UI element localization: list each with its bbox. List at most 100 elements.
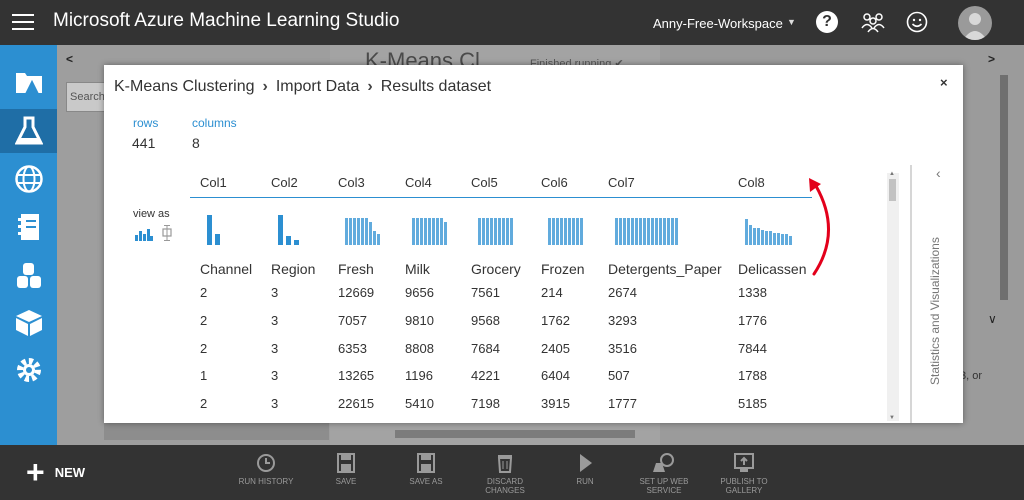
trained-models-icon[interactable]: [0, 301, 57, 345]
web-services-icon[interactable]: [0, 157, 57, 201]
breadcrumb-item[interactable]: K-Means Clustering: [114, 78, 255, 95]
save-button[interactable]: SAVE: [311, 453, 381, 486]
histogram-view-icon[interactable]: [135, 227, 153, 241]
table-cell[interactable]: 3293: [608, 313, 637, 328]
table-cell[interactable]: 6404: [541, 368, 570, 383]
projects-icon[interactable]: [0, 59, 57, 103]
column-histogram[interactable]: [615, 213, 679, 245]
column-header[interactable]: Col2: [271, 175, 298, 190]
publish-to-gallery-button[interactable]: PUBLISH TO GALLERY: [709, 453, 779, 495]
column-histogram[interactable]: [548, 213, 584, 245]
statistics-visualizations-panel[interactable]: ‹ Statistics and Visualizations: [910, 165, 963, 423]
column-name[interactable]: Fresh: [338, 261, 374, 277]
column-header[interactable]: Col1: [200, 175, 227, 190]
table-cell[interactable]: 3: [271, 396, 278, 411]
column-header[interactable]: Col8: [738, 175, 765, 190]
column-name[interactable]: Detergents_Paper: [608, 261, 722, 277]
table-cell[interactable]: 1338: [738, 285, 767, 300]
table-cell[interactable]: 5410: [405, 396, 434, 411]
table-cell[interactable]: 3516: [608, 341, 637, 356]
run-history-button[interactable]: RUN HISTORY: [231, 453, 301, 486]
save-as-button[interactable]: SAVE AS: [391, 453, 461, 486]
table-cell[interactable]: 1776: [738, 313, 767, 328]
table-cell[interactable]: 7198: [471, 396, 500, 411]
canvas-horizontal-scrollbar[interactable]: [395, 430, 635, 438]
column-histogram[interactable]: [745, 213, 793, 245]
hamburger-menu-icon[interactable]: [12, 14, 34, 30]
table-cell[interactable]: 7844: [738, 341, 767, 356]
boxplot-view-icon[interactable]: [162, 225, 172, 241]
experiments-icon[interactable]: [0, 109, 57, 153]
table-cell[interactable]: 22615: [338, 396, 374, 411]
chevron-down-icon[interactable]: ∨: [988, 312, 997, 326]
table-cell[interactable]: 5185: [738, 396, 767, 411]
set-up-web-service-button[interactable]: SET UP WEB SERVICE: [629, 453, 699, 495]
column-histogram[interactable]: [207, 213, 223, 245]
table-cell[interactable]: 2405: [541, 341, 570, 356]
collapse-left-icon[interactable]: <: [66, 52, 73, 66]
breadcrumb-item[interactable]: Import Data: [276, 78, 360, 95]
table-cell[interactable]: 2: [200, 313, 207, 328]
table-cell[interactable]: 7561: [471, 285, 500, 300]
table-cell[interactable]: 9810: [405, 313, 434, 328]
chevron-down-icon[interactable]: ▼: [787, 17, 796, 27]
table-cell[interactable]: 2: [200, 396, 207, 411]
search-input[interactable]: Search: [66, 82, 106, 112]
table-cell[interactable]: 6353: [338, 341, 367, 356]
close-icon[interactable]: ×: [940, 75, 948, 90]
column-header[interactable]: Col6: [541, 175, 568, 190]
column-histogram[interactable]: [278, 213, 302, 245]
scrollbar-thumb[interactable]: [889, 179, 896, 201]
column-header[interactable]: Col5: [471, 175, 498, 190]
table-cell[interactable]: 2: [200, 285, 207, 300]
discard-changes-button[interactable]: DISCARD CHANGES: [470, 453, 540, 495]
table-cell[interactable]: 1196: [405, 368, 433, 383]
properties-scrollbar[interactable]: [1000, 75, 1008, 300]
feedback-smile-icon[interactable]: [906, 11, 928, 33]
table-cell[interactable]: 7057: [338, 313, 367, 328]
table-cell[interactable]: 3: [271, 341, 278, 356]
table-cell[interactable]: 3915: [541, 396, 570, 411]
table-cell[interactable]: 214: [541, 285, 563, 300]
scroll-up-icon[interactable]: ▲: [889, 171, 895, 177]
table-cell[interactable]: 8808: [405, 341, 434, 356]
column-histogram[interactable]: [412, 213, 448, 245]
new-button[interactable]: + NEW: [26, 456, 85, 488]
help-icon[interactable]: ?: [816, 11, 838, 33]
column-header[interactable]: Col7: [608, 175, 635, 190]
table-cell[interactable]: 9656: [405, 285, 434, 300]
table-cell[interactable]: 1762: [541, 313, 570, 328]
table-cell[interactable]: 507: [608, 368, 630, 383]
table-cell[interactable]: 12669: [338, 285, 374, 300]
table-cell[interactable]: 1: [200, 368, 207, 383]
notebooks-icon[interactable]: [0, 205, 57, 249]
expand-panel-icon[interactable]: ‹: [936, 165, 941, 181]
table-cell[interactable]: 9568: [471, 313, 500, 328]
settings-gear-icon[interactable]: [0, 348, 57, 392]
table-cell[interactable]: 3: [271, 368, 278, 383]
table-cell[interactable]: 2: [200, 341, 207, 356]
table-cell[interactable]: 3: [271, 285, 278, 300]
column-name[interactable]: Grocery: [471, 261, 521, 277]
datasets-icon[interactable]: [0, 253, 57, 297]
community-icon[interactable]: [860, 11, 886, 33]
table-cell[interactable]: 4221: [471, 368, 500, 383]
column-name[interactable]: Channel: [200, 261, 252, 277]
table-cell[interactable]: 7684: [471, 341, 500, 356]
avatar[interactable]: [958, 6, 992, 40]
column-name[interactable]: Milk: [405, 261, 430, 277]
column-name[interactable]: Delicassen: [738, 261, 806, 277]
column-histogram[interactable]: [478, 213, 514, 245]
column-header[interactable]: Col3: [338, 175, 365, 190]
column-name[interactable]: Region: [271, 261, 315, 277]
table-vertical-scrollbar[interactable]: ▲ ▼: [887, 171, 899, 421]
table-cell[interactable]: 1777: [608, 396, 637, 411]
column-histogram[interactable]: [345, 213, 381, 245]
table-cell[interactable]: 1788: [738, 368, 767, 383]
column-header[interactable]: Col4: [405, 175, 432, 190]
run-button[interactable]: RUN: [550, 453, 620, 486]
workspace-selector[interactable]: Anny-Free-Workspace: [653, 16, 783, 31]
column-name[interactable]: Frozen: [541, 261, 585, 277]
table-cell[interactable]: 3: [271, 313, 278, 328]
table-cell[interactable]: 2674: [608, 285, 637, 300]
